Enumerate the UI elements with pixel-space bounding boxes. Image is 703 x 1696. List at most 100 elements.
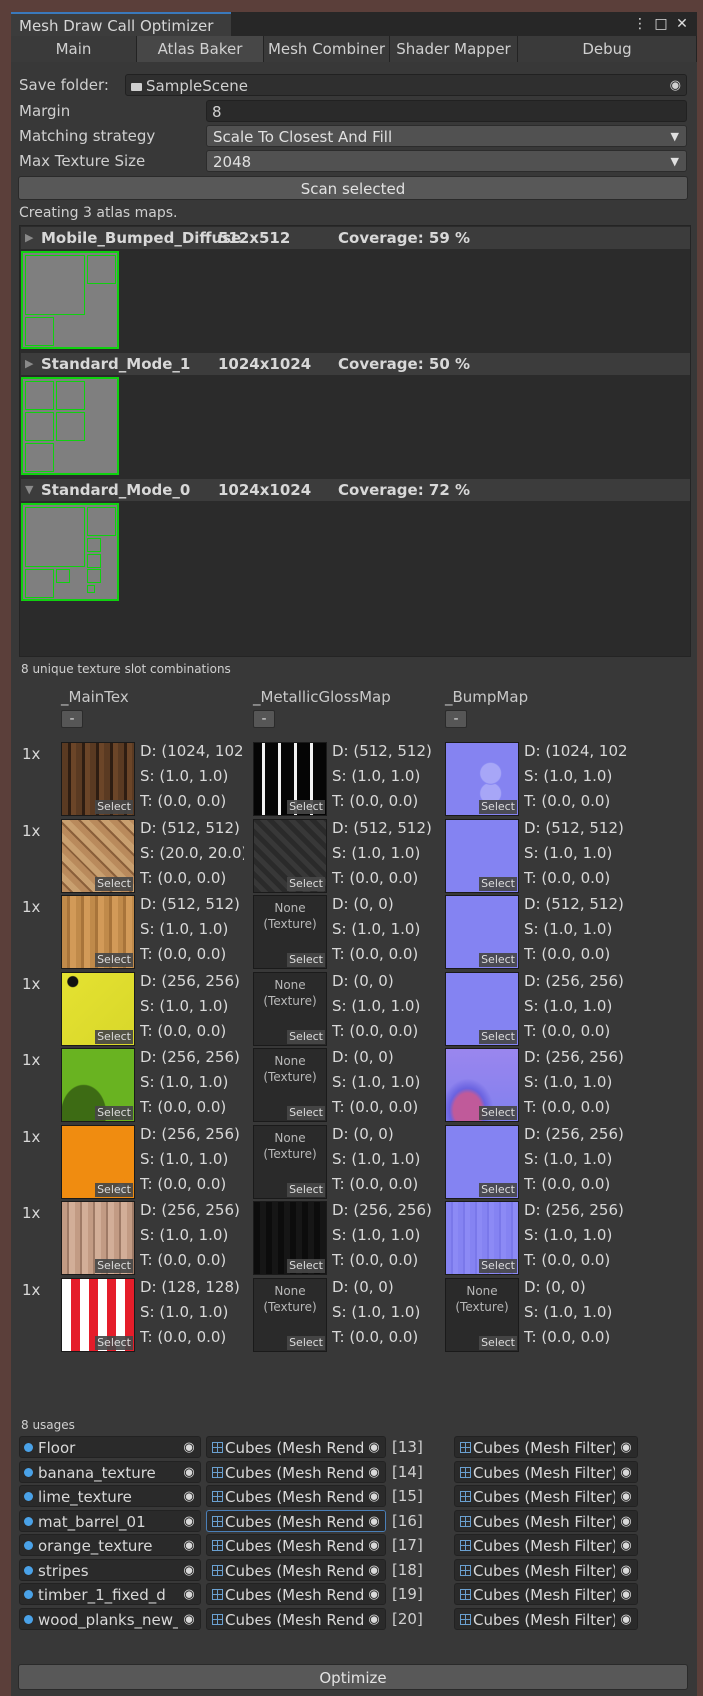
material-field[interactable]: orange_texture ◉: [19, 1534, 201, 1556]
mesh-filter-field[interactable]: Cubes (Mesh Filter) ◉: [454, 1485, 638, 1507]
texture-thumbnail[interactable]: Select: [445, 971, 519, 1046]
object-picker-icon[interactable]: ◉: [363, 1559, 385, 1580]
object-picker-icon[interactable]: ◉: [615, 1486, 637, 1506]
select-texture-button[interactable]: Select: [95, 800, 133, 814]
select-texture-button[interactable]: Select: [95, 953, 133, 967]
texture-thumbnail[interactable]: Select: [445, 818, 519, 893]
strategy-dropdown[interactable]: Scale To Closest And Fill ▼: [206, 125, 687, 147]
select-texture-button[interactable]: Select: [95, 876, 133, 891]
texture-thumbnail[interactable]: Select: [61, 895, 135, 969]
select-texture-button[interactable]: Select: [95, 1029, 133, 1044]
texture-thumbnail[interactable]: None (Texture) Select: [253, 1048, 327, 1122]
texture-thumbnail[interactable]: Select: [445, 1201, 519, 1275]
atlas-header[interactable]: ▶ Standard_Mode_1 1024x1024 Coverage: 50…: [21, 353, 690, 375]
object-picker-icon[interactable]: ◉: [178, 1535, 200, 1555]
mesh-filter-field[interactable]: Cubes (Mesh Filter) ◉: [454, 1534, 638, 1556]
select-texture-button[interactable]: Select: [287, 1182, 325, 1197]
object-picker-icon[interactable]: ◉: [178, 1486, 200, 1506]
object-picker-icon[interactable]: ◉: [178, 1608, 200, 1629]
object-picker-icon[interactable]: ◉: [615, 1510, 637, 1531]
texture-thumbnail[interactable]: Select: [445, 895, 519, 969]
mesh-renderer-field[interactable]: Cubes (Mesh Rende ◉: [206, 1436, 386, 1458]
mesh-filter-field[interactable]: Cubes (Mesh Filter) ◉: [454, 1460, 638, 1483]
material-field[interactable]: mat_barrel_01 ◉: [19, 1509, 201, 1532]
mesh-filter-field[interactable]: Cubes (Mesh Filter) ◉: [454, 1436, 638, 1458]
object-picker-icon[interactable]: ◉: [178, 1510, 200, 1531]
select-texture-button[interactable]: Select: [479, 1259, 517, 1273]
mesh-filter-field[interactable]: Cubes (Mesh Filter) ◉: [454, 1558, 638, 1581]
texture-thumbnail[interactable]: None (Texture) Select: [253, 895, 327, 969]
object-picker-icon[interactable]: ◉: [178, 1437, 200, 1457]
select-texture-button[interactable]: Select: [287, 1259, 325, 1273]
object-picker-icon[interactable]: ◉: [363, 1584, 385, 1604]
object-picker-icon[interactable]: ◉: [363, 1535, 385, 1555]
select-texture-button[interactable]: Select: [479, 800, 517, 814]
remove-column-button[interactable]: -: [445, 710, 467, 728]
mesh-filter-field[interactable]: Cubes (Mesh Filter) ◉: [454, 1607, 638, 1630]
texture-thumbnail[interactable]: Select: [61, 1277, 135, 1352]
object-picker-icon[interactable]: ◉: [363, 1437, 385, 1457]
object-picker-icon[interactable]: ◉: [363, 1510, 385, 1531]
texture-thumbnail[interactable]: Select: [61, 971, 135, 1046]
select-texture-button[interactable]: Select: [287, 1335, 325, 1350]
select-texture-button[interactable]: Select: [479, 1335, 517, 1350]
material-field[interactable]: wood_planks_new_(◉: [19, 1607, 201, 1630]
texture-thumbnail[interactable]: Select: [61, 818, 135, 893]
atlas-header[interactable]: ▼ Standard_Mode_0 1024x1024 Coverage: 72…: [21, 479, 690, 501]
object-picker-icon[interactable]: ◉: [178, 1559, 200, 1580]
select-texture-button[interactable]: Select: [287, 876, 325, 891]
object-picker-icon[interactable]: ◉: [363, 1486, 385, 1506]
object-picker-icon[interactable]: ◉: [615, 1584, 637, 1604]
kebab-menu-icon[interactable]: ⋮: [631, 12, 649, 36]
remove-column-button[interactable]: -: [61, 710, 83, 728]
texture-thumbnail[interactable]: Select: [253, 1201, 327, 1275]
texture-thumbnail[interactable]: Select: [253, 742, 327, 816]
mesh-renderer-field[interactable]: Cubes (Mesh Rende ◉: [206, 1485, 386, 1507]
tab-debug[interactable]: Debug: [518, 36, 697, 62]
texture-thumbnail[interactable]: Select: [445, 1124, 519, 1199]
object-picker-icon[interactable]: ◉: [615, 1608, 637, 1629]
mesh-renderer-field[interactable]: Cubes (Mesh Rende ◉: [206, 1583, 386, 1605]
material-field[interactable]: banana_texture ◉: [19, 1460, 201, 1483]
texture-thumbnail[interactable]: Select: [61, 1048, 135, 1122]
material-field[interactable]: Floor ◉: [19, 1436, 201, 1458]
mesh-renderer-field[interactable]: Cubes (Mesh Rende ◉: [206, 1558, 386, 1581]
material-field[interactable]: stripes ◉: [19, 1558, 201, 1581]
material-field[interactable]: lime_texture ◉: [19, 1485, 201, 1507]
mesh-filter-field[interactable]: Cubes (Mesh Filter) ◉: [454, 1583, 638, 1605]
select-texture-button[interactable]: Select: [95, 1106, 133, 1120]
mesh-filter-field[interactable]: Cubes (Mesh Filter) ◉: [454, 1509, 638, 1532]
texture-thumbnail[interactable]: Select: [253, 818, 327, 893]
texture-thumbnail[interactable]: Select: [61, 1124, 135, 1199]
object-picker-icon[interactable]: ◉: [615, 1437, 637, 1457]
object-picker-icon[interactable]: ◉: [670, 75, 681, 97]
mesh-renderer-field[interactable]: Cubes (Mesh Rende ◉: [206, 1607, 386, 1630]
select-texture-button[interactable]: Select: [95, 1182, 133, 1197]
texture-thumbnail[interactable]: None (Texture) Select: [253, 1124, 327, 1199]
select-texture-button[interactable]: Select: [479, 1029, 517, 1044]
texture-thumbnail[interactable]: None (Texture) Select: [253, 1277, 327, 1352]
margin-input[interactable]: 8: [206, 100, 687, 122]
texture-thumbnail[interactable]: Select: [61, 742, 135, 816]
select-texture-button[interactable]: Select: [479, 1182, 517, 1197]
object-picker-icon[interactable]: ◉: [363, 1608, 385, 1629]
select-texture-button[interactable]: Select: [287, 1106, 325, 1120]
atlas-header[interactable]: ▶ Mobile_Bumped_Diffuse 512x512 Coverage…: [21, 227, 690, 249]
select-texture-button[interactable]: Select: [479, 953, 517, 967]
object-picker-icon[interactable]: ◉: [178, 1584, 200, 1604]
select-texture-button[interactable]: Select: [95, 1335, 133, 1350]
tab-main[interactable]: Main: [11, 36, 137, 62]
object-picker-icon[interactable]: ◉: [615, 1559, 637, 1580]
remove-column-button[interactable]: -: [253, 710, 275, 728]
mesh-renderer-field[interactable]: Cubes (Mesh Rende ◉: [206, 1509, 386, 1532]
select-texture-button[interactable]: Select: [95, 1259, 133, 1273]
mesh-renderer-field[interactable]: Cubes (Mesh Rende ◉: [206, 1460, 386, 1483]
select-texture-button[interactable]: Select: [479, 876, 517, 891]
select-texture-button[interactable]: Select: [287, 953, 325, 967]
max-size-dropdown[interactable]: 2048 ▼: [206, 150, 687, 172]
close-icon[interactable]: ✕: [673, 12, 691, 36]
tab-atlas-baker[interactable]: Atlas Baker: [137, 36, 264, 62]
select-texture-button[interactable]: Select: [479, 1106, 517, 1120]
select-texture-button[interactable]: Select: [287, 800, 325, 814]
select-texture-button[interactable]: Select: [287, 1029, 325, 1044]
